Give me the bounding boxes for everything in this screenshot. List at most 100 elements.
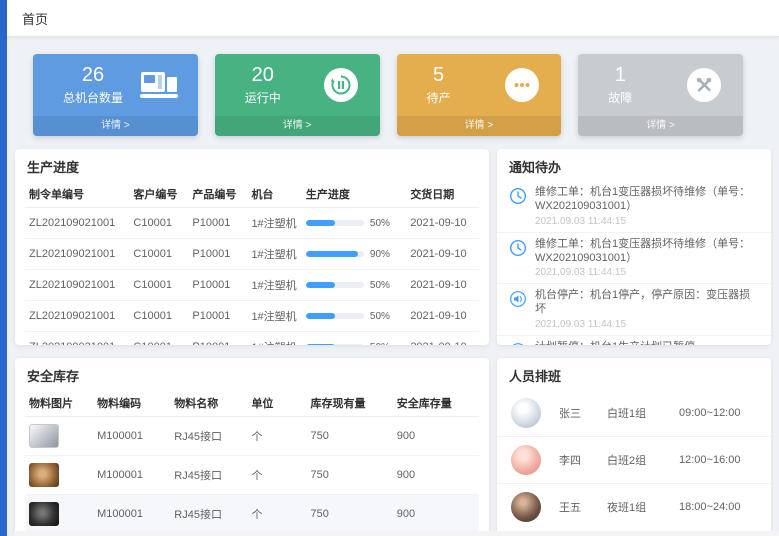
machine-icon (140, 67, 178, 103)
detail-link-total-machines[interactable]: 详情 > (33, 116, 198, 136)
tools-icon (685, 67, 723, 103)
notification-text: 机台停产：机台1停产，停产原因：变压器损坏 (535, 288, 759, 317)
avatar (511, 492, 541, 522)
cell-customer: C10001 (129, 301, 188, 332)
cell-unit: 个 (247, 456, 306, 495)
notification-body: 机台停产：机台1停产，停产原因：变压器损坏 2021.09.03 11:44:1… (535, 288, 759, 330)
notification-item[interactable]: 维修工单：机台1变压器损坏待维修（单号：WX202109031001） 2021… (497, 233, 771, 285)
notification-text: 计划暂停：机台1生产计划已暂停 (535, 340, 695, 345)
cell-machine: 1#注塑机 (247, 332, 301, 346)
running-icon (322, 67, 360, 103)
material-image-coil (29, 463, 59, 487)
inventory-table: 物料图片 物料编码 物料名称 单位 库存现有量 安全库存量 M100001 RJ… (25, 390, 479, 533)
progress-label: 50 (370, 311, 390, 322)
stat-card-waiting[interactable]: 5 待产 详情 > (397, 54, 562, 136)
cell-stock: 750 (306, 417, 392, 456)
detail-link-fault[interactable]: 详情 > (578, 116, 743, 136)
stat-value: 5 (427, 64, 451, 86)
personnel-schedule-panel: 人员排班 张三 白班1组 09:00~12:00 李四 白班2组 12:00~1… (497, 358, 771, 535)
notification-body: 维修工单：机台1变压器损坏待维修（单号：WX202109031001） 2021… (535, 185, 759, 227)
cell-progress: 50 (302, 301, 406, 332)
window-edge (14, 531, 779, 536)
ellipsis-icon (503, 67, 541, 103)
cell-customer: C10001 (129, 239, 188, 270)
cell-order: ZL202109021001 (25, 301, 129, 332)
cell-product: P10001 (188, 301, 247, 332)
cell-progress: 50 (302, 208, 406, 239)
col-order: 制令单编号 (25, 181, 129, 208)
col-image: 物料图片 (25, 390, 93, 417)
panel-title-inventory: 安全库存 (15, 358, 489, 390)
panel-title-schedule: 人员排班 (497, 358, 771, 390)
detail-link-waiting[interactable]: 详情 > (397, 116, 562, 136)
cell-unit: 个 (247, 417, 306, 456)
col-safety: 安全库存量 (393, 390, 479, 417)
detail-link-running[interactable]: 详情 > (215, 116, 380, 136)
cell-customer: C10001 (129, 332, 188, 346)
speaker-icon (509, 342, 527, 345)
card-text: 20 运行中 (245, 64, 281, 106)
col-unit: 单位 (247, 390, 306, 417)
production-table: 制令单编号 客户编号 产品编号 机台 生产进度 交货日期 ZL202109021… (25, 181, 479, 345)
production-row: ZL202109021001 C10001 P10001 1#注塑机 50 20… (25, 332, 479, 346)
progress-bar: 50 (306, 311, 402, 322)
stat-card-running[interactable]: 20 运行中 详情 > (215, 54, 380, 136)
col-date: 交货日期 (406, 181, 479, 208)
shift-time: 12:00~16:00 (679, 454, 740, 466)
stat-value: 1 (608, 64, 632, 86)
cell-machine: 1#注塑机 (247, 208, 301, 239)
notification-item[interactable]: 计划暂停：机台1生产计划已暂停 2021.09.03 11:44:15 (497, 336, 771, 345)
progress-label: 50 (370, 342, 390, 346)
cell-name: RJ45接口 (170, 495, 247, 534)
panel-title-notifications: 通知待办 (497, 149, 771, 181)
stat-card-total-machines[interactable]: 26 总机台数量 详情 > (33, 54, 198, 136)
cell-code: M100001 (93, 417, 170, 456)
notification-item[interactable]: 机台停产：机台1停产，停产原因：变压器损坏 2021.09.03 11:44:1… (497, 284, 771, 336)
stat-cards-row: 26 总机台数量 详情 > 20 (33, 54, 743, 136)
cell-image (25, 456, 93, 495)
col-code: 物料编码 (93, 390, 170, 417)
card-body: 5 待产 (397, 54, 562, 106)
stat-label: 运行中 (245, 89, 281, 106)
card-text: 1 故障 (608, 64, 632, 106)
tab-home[interactable]: 首页 (22, 9, 48, 28)
cell-machine: 1#注塑机 (247, 270, 301, 301)
progress-bar: 90 (306, 249, 402, 260)
cell-image (25, 495, 93, 534)
inventory-row: M100001 RJ45接口 个 750 900 (25, 495, 479, 534)
col-stock: 库存现有量 (306, 390, 392, 417)
cell-product: P10001 (188, 239, 247, 270)
cell-image (25, 417, 93, 456)
stat-label: 总机台数量 (63, 89, 123, 106)
notification-time: 2021.09.03 11:44:15 (535, 267, 759, 278)
sidebar-edge (0, 0, 7, 536)
material-image-rj45 (29, 424, 59, 448)
stat-value: 20 (245, 64, 281, 86)
panel-row-1: 生产进度 制令单编号 客户编号 产品编号 机台 生产进度 交货日期 ZL2021… (15, 149, 771, 345)
cell-order: ZL202109021001 (25, 332, 129, 346)
cell-customer: C10001 (129, 270, 188, 301)
notification-body: 计划暂停：机台1生产计划已暂停 2021.09.03 11:44:15 (535, 340, 695, 345)
schedule-row: 李四 白班2组 12:00~16:00 (497, 437, 771, 484)
stat-label: 故障 (608, 89, 632, 106)
card-body: 26 总机台数量 (33, 54, 198, 106)
col-product: 产品编号 (188, 181, 247, 208)
production-header-row: 制令单编号 客户编号 产品编号 机台 生产进度 交货日期 (25, 181, 479, 208)
cell-progress: 50 (302, 332, 406, 346)
panel-title-production: 生产进度 (15, 149, 489, 181)
avatar (511, 445, 541, 475)
stat-card-fault[interactable]: 1 故障 详情 > (578, 54, 743, 136)
notification-text: 维修工单：机台1变压器损坏待维修（单号：WX202109031001） (535, 185, 759, 214)
notification-time: 2021.09.03 11:44:15 (535, 216, 759, 227)
cell-stock: 750 (306, 495, 392, 534)
inventory-row: M100001 RJ45接口 个 750 900 (25, 417, 479, 456)
card-text: 26 总机台数量 (63, 64, 123, 106)
cell-product: P10001 (188, 208, 247, 239)
notification-item[interactable]: 维修工单：机台1变压器损坏待维修（单号：WX202109031001） 2021… (497, 181, 771, 233)
cell-product: P10001 (188, 332, 247, 346)
cell-machine: 1#注塑机 (247, 239, 301, 270)
cell-date: 2021-09-10 (406, 332, 479, 346)
material-image-speaker (29, 502, 59, 526)
progress-label: 90 (370, 249, 390, 260)
cell-customer: C10001 (129, 208, 188, 239)
